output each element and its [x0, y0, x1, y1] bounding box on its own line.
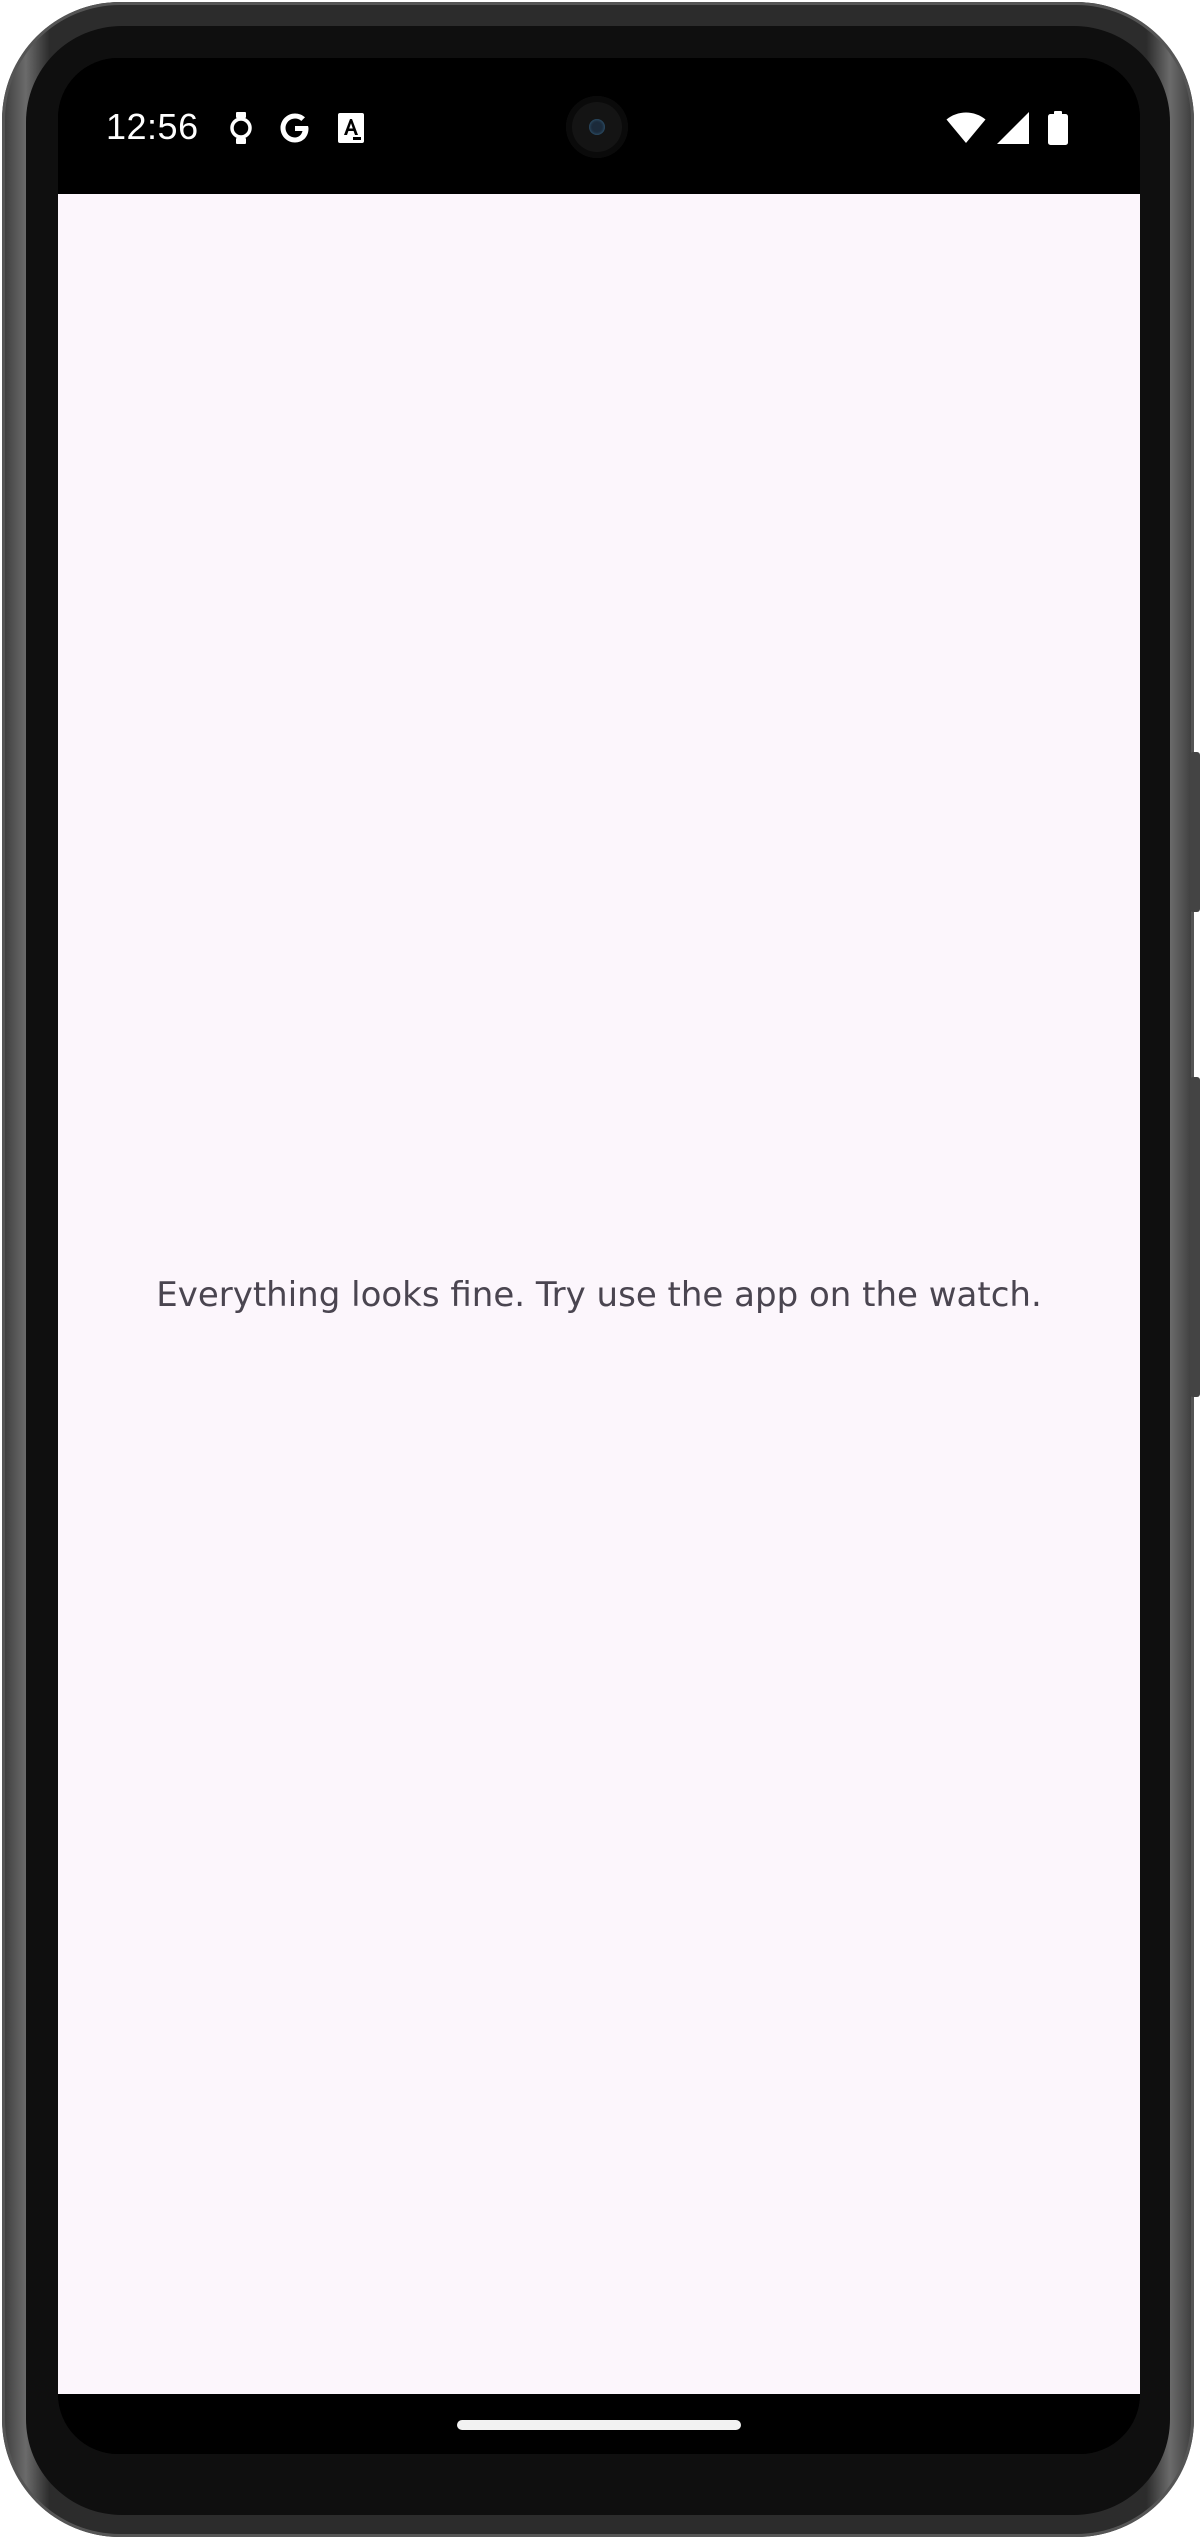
status-time: 12:56 [106, 106, 199, 147]
front-camera [566, 96, 628, 158]
home-gesture-handle[interactable] [457, 2420, 741, 2430]
cellular-signal-icon [996, 112, 1030, 144]
notification-icons [230, 108, 364, 148]
wifi-icon [946, 112, 986, 144]
status-message: Everything looks fine. Try use the app o… [156, 1275, 1042, 1315]
app-main-content: Everything looks fine. Try use the app o… [58, 194, 1140, 2394]
battery-icon [1048, 111, 1068, 145]
system-status-icons [946, 108, 1068, 148]
status-bar: 12:56 [58, 58, 1140, 194]
google-icon [278, 111, 312, 145]
volume-button [1190, 1077, 1200, 1397]
watch-icon [230, 112, 252, 144]
power-button [1190, 752, 1200, 912]
phone-device-frame: 12:56 Everything looks fine. Try use the… [0, 0, 1200, 2541]
font-app-icon [338, 113, 364, 143]
phone-screen: 12:56 Everything looks fine. Try use the… [58, 58, 1140, 2454]
navigation-bar [58, 2394, 1140, 2454]
